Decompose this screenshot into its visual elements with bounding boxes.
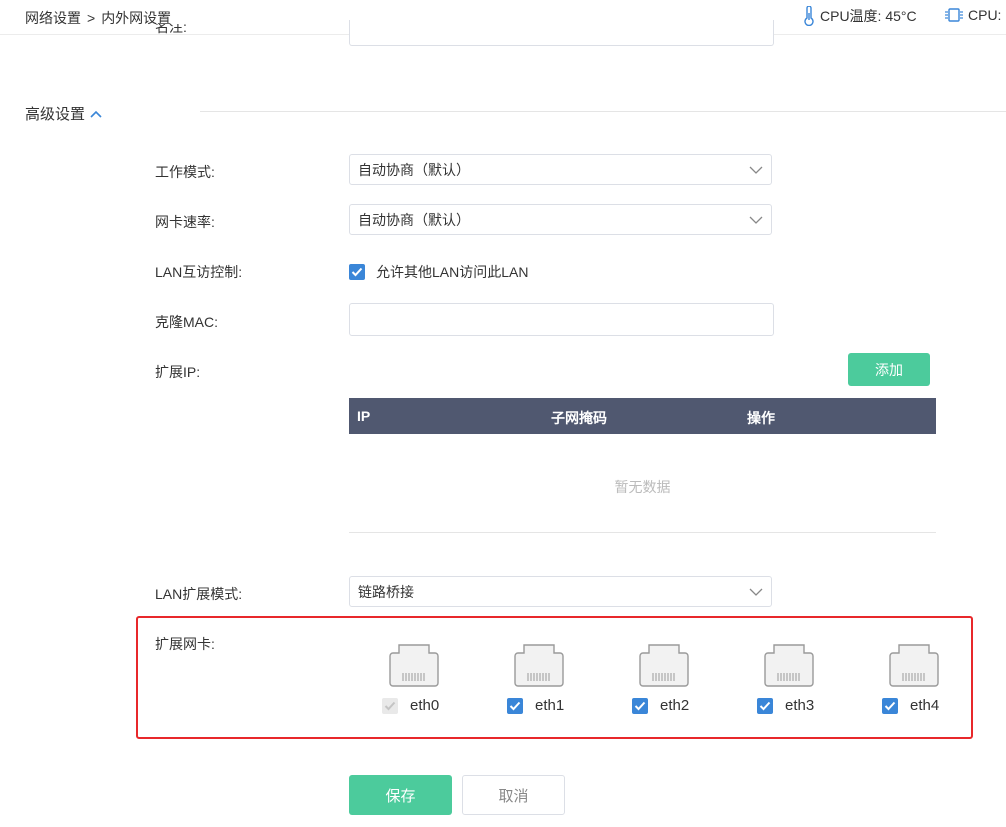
column-header-subnet: 子网掩码 [551, 410, 607, 426]
cutoff-field-label: 名注: [155, 24, 187, 34]
ethernet-port-icon [514, 644, 564, 687]
cpu-usage-text: CPU: [968, 7, 1002, 23]
check-icon [351, 267, 363, 277]
port-checkbox [382, 697, 398, 714]
cutoff-field-input[interactable] [349, 20, 774, 46]
cancel-button[interactable]: 取消 [462, 775, 565, 815]
chevron-down-icon [749, 216, 763, 224]
check-icon [634, 701, 646, 710]
lan-ext-mode-select[interactable]: 链路桥接 [349, 576, 772, 607]
thermometer-icon [804, 6, 814, 26]
port-option: eth3 [757, 697, 814, 714]
check-icon [884, 701, 896, 710]
ethernet-port-icon [389, 644, 439, 687]
chevron-up-icon [90, 110, 102, 118]
lan-ext-mode-label: LAN扩展模式: [155, 586, 243, 602]
port-name[interactable]: eth2 [660, 697, 689, 714]
add-ip-button[interactable]: 添加 [848, 353, 930, 386]
port-name: eth0 [410, 697, 440, 714]
port-checkbox[interactable] [757, 697, 773, 714]
chevron-down-icon [749, 166, 763, 174]
table-bottom-border [349, 532, 936, 533]
lan-access-label: LAN互访控制: [155, 264, 243, 280]
port-checkbox[interactable] [507, 697, 523, 714]
section-divider [200, 111, 1006, 112]
save-button[interactable]: 保存 [349, 775, 452, 815]
port-option: eth0 [382, 697, 439, 714]
cpu-temp-status: CPU温度: 45°C [802, 6, 917, 26]
check-icon [509, 701, 521, 710]
clone-mac-input[interactable] [349, 303, 774, 336]
ext-ip-label: 扩展IP: [155, 364, 201, 380]
lan-access-option: 允许其他LAN访问此LAN [349, 262, 528, 282]
nic-speed-select[interactable]: 自动协商（默认） [349, 204, 772, 235]
breadcrumb: 网络设置 > 内外网设置 [25, 8, 171, 28]
port-checkbox[interactable] [632, 697, 648, 714]
work-mode-value: 自动协商（默认） [358, 161, 470, 178]
ext-ip-table-header: IP 子网掩码 操作 [349, 398, 936, 434]
ethernet-port-icon [889, 644, 939, 687]
port-checkbox[interactable] [882, 697, 898, 714]
port-option: eth4 [882, 697, 939, 714]
check-icon [759, 701, 771, 710]
column-header-actions: 操作 [747, 410, 775, 426]
column-header-ip: IP [357, 408, 371, 424]
ethernet-port-icon [639, 644, 689, 687]
chevron-down-icon [749, 588, 763, 596]
port-name[interactable]: eth4 [910, 697, 939, 714]
nic-speed-label: 网卡速率: [155, 214, 215, 230]
table-empty-text: 暂无数据 [614, 479, 671, 495]
advanced-settings-toggle[interactable]: 高级设置 [25, 103, 102, 124]
ext-nic-label: 扩展网卡: [155, 636, 215, 652]
lan-access-checkbox[interactable] [349, 264, 365, 280]
chip-icon [945, 8, 963, 22]
nic-speed-value: 自动协商（默认） [358, 211, 470, 228]
port-option: eth2 [632, 697, 689, 714]
port-name[interactable]: eth3 [785, 697, 814, 714]
port-name[interactable]: eth1 [535, 697, 564, 714]
breadcrumb-separator: > [87, 10, 96, 26]
check-icon [384, 701, 396, 710]
lan-ext-mode-value: 链路桥接 [358, 583, 414, 600]
port-option: eth1 [507, 697, 564, 714]
lan-access-checkbox-label[interactable]: 允许其他LAN访问此LAN [376, 262, 528, 282]
cpu-usage-status: CPU: [944, 6, 1001, 24]
advanced-settings-title: 高级设置 [25, 106, 86, 123]
clone-mac-label: 克隆MAC: [155, 314, 218, 330]
work-mode-select[interactable]: 自动协商（默认） [349, 154, 772, 185]
breadcrumb-parent[interactable]: 网络设置 [25, 10, 81, 26]
ethernet-port-icon [764, 644, 814, 687]
cpu-temp-text: CPU温度: 45°C [820, 8, 917, 24]
work-mode-label: 工作模式: [155, 164, 215, 180]
